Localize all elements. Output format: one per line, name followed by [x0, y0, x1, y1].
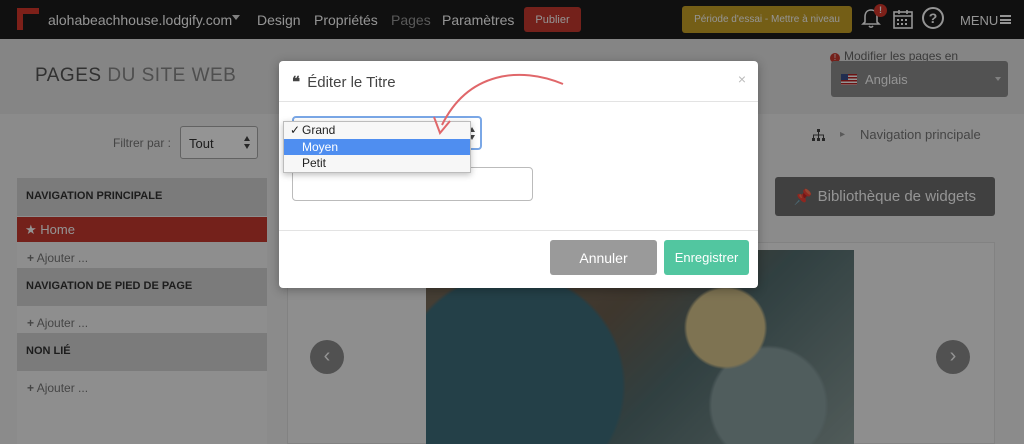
- size-option-moyen[interactable]: Moyen: [284, 138, 470, 155]
- close-icon[interactable]: ×: [738, 71, 746, 87]
- size-option-grand[interactable]: ✓ Grand: [284, 122, 470, 139]
- quote-icon: ❝: [292, 73, 301, 91]
- cancel-button[interactable]: Annuler: [550, 240, 657, 275]
- size-option-petit[interactable]: Petit: [284, 155, 470, 172]
- modal-header-divider: [279, 101, 758, 102]
- modal-title: ❝ Éditer le Titre: [292, 73, 396, 91]
- save-button[interactable]: Enregistrer: [664, 240, 749, 275]
- edit-title-modal: ❝ Éditer le Titre × ✓ Grand Moyen Petit …: [279, 61, 758, 288]
- checkmark-icon: ✓: [290, 123, 301, 137]
- modal-footer-divider: [279, 230, 758, 231]
- title-size-dropdown: ✓ Grand Moyen Petit: [283, 121, 471, 173]
